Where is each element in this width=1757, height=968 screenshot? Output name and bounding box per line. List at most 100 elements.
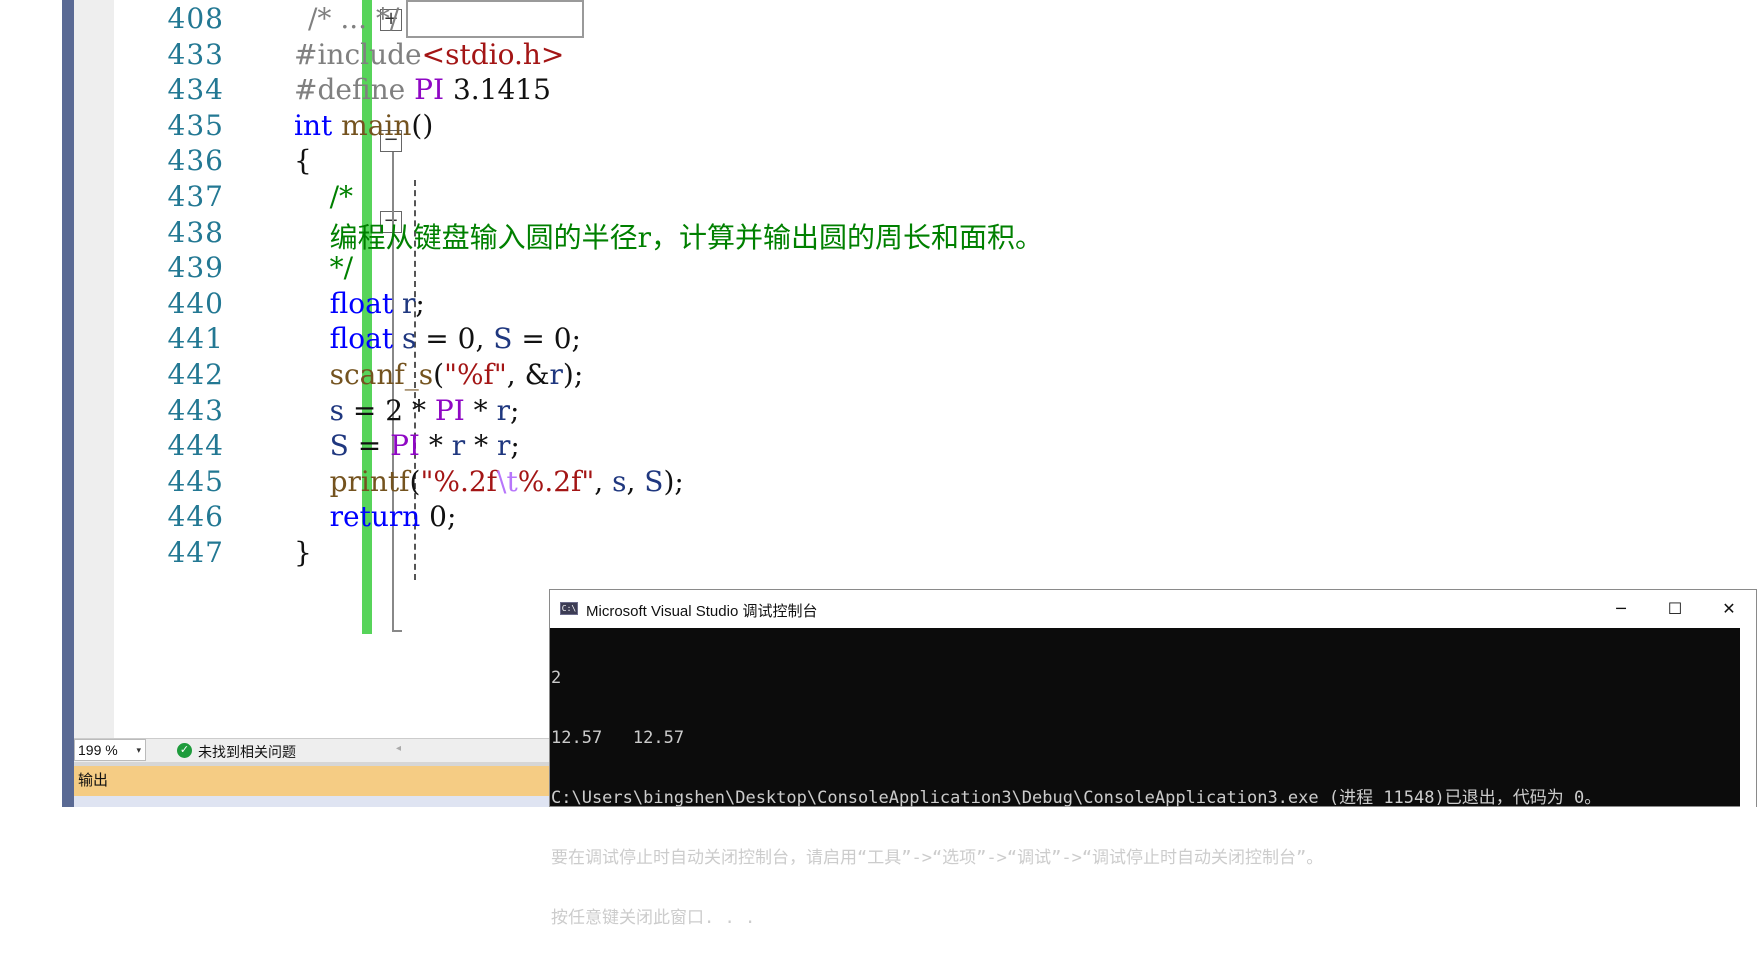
code-line[interactable]: 441 float s = 0, S = 0;	[114, 320, 1757, 360]
code-token: /*	[294, 180, 354, 213]
code-text[interactable]: printf("%.2f\t%.2f", s, S);	[294, 465, 684, 498]
console-line: 要在调试停止时自动关闭控制台，请启用“工具”->“选项”->“调试”->“调试停…	[551, 848, 1324, 868]
code-text[interactable]: }	[294, 536, 312, 569]
line-number: 447	[167, 536, 224, 569]
code-text[interactable]: #include<stdio.h>	[294, 38, 564, 71]
line-number: 435	[167, 108, 224, 142]
code-token: s	[612, 464, 627, 498]
code-text[interactable]: {	[294, 144, 312, 177]
issues-status[interactable]: 未找到相关问题	[198, 742, 296, 762]
check-circle-icon: ✓	[177, 743, 192, 758]
code-line[interactable]: 408 /* ... */	[114, 0, 1757, 40]
code-token: (	[409, 464, 421, 498]
console-title: Microsoft Visual Studio 调试控制台	[586, 603, 818, 620]
console-line: 12.57 12.57	[551, 728, 685, 748]
code-text[interactable]: float s = 0, S = 0;	[294, 322, 581, 355]
scroll-left-icon[interactable]: ◂	[396, 743, 401, 754]
zoom-value: 199 %	[78, 742, 118, 758]
code-line[interactable]: 442 scanf_s("%f", &r);	[114, 356, 1757, 396]
code-token: ,	[594, 464, 613, 498]
code-token: <stdio.h>	[421, 37, 565, 71]
code-line[interactable]: 436 {	[114, 142, 1757, 182]
code-token: *	[419, 429, 452, 463]
code-text[interactable]: return 0;	[294, 500, 457, 534]
code-token: "%.2f	[420, 464, 498, 498]
code-text[interactable]: */	[294, 251, 353, 284]
console-title-bar[interactable]: C:\ Microsoft Visual Studio 调试控制台 ─ ☐ ✕	[550, 590, 1756, 628]
close-button[interactable]: ✕	[1702, 590, 1756, 628]
zoom-selector[interactable]: 199 % ▾	[74, 739, 146, 761]
console-scrollbar[interactable]	[1740, 628, 1756, 808]
code-token: r	[549, 358, 563, 391]
line-number: 436	[167, 144, 224, 178]
code-token: S	[644, 464, 664, 498]
code-token: =	[348, 429, 391, 463]
code-line[interactable]: 433 #include<stdio.h>	[114, 36, 1757, 76]
code-line[interactable]: 443 s = 2 * PI * r;	[114, 392, 1757, 432]
code-text[interactable]: S = PI * r * r;	[294, 429, 520, 462]
code-token: S	[329, 429, 349, 463]
console-line: C:\Users\bingshen\Desktop\ConsoleApplica…	[551, 788, 1602, 808]
code-line[interactable]: 447}	[114, 534, 1757, 574]
line-number: 442	[167, 358, 224, 391]
code-line[interactable]: 435 int main()	[114, 107, 1757, 147]
code-line[interactable]: 446 return 0;	[114, 498, 1757, 538]
code-token: r	[402, 286, 416, 320]
line-number: 444	[167, 429, 224, 463]
line-number: 441	[167, 322, 224, 356]
code-token: *	[465, 429, 497, 463]
code-text[interactable]: /*	[294, 180, 353, 213]
code-token: s	[329, 393, 344, 427]
code-text[interactable]: #define PI 3.1415	[294, 73, 551, 106]
code-token: /* ... */	[308, 2, 400, 35]
code-token: 0;	[420, 500, 457, 534]
code-text[interactable]: /* ... */	[308, 2, 399, 35]
minimize-button[interactable]: ─	[1594, 590, 1648, 628]
code-line[interactable]: 445 printf("%.2f\t%.2f", s, S);	[114, 463, 1757, 503]
code-line[interactable]: 439 */	[114, 249, 1757, 289]
code-line[interactable]: 437 /*	[114, 178, 1757, 218]
code-text[interactable]: float r;	[294, 287, 425, 320]
code-token: PI	[390, 429, 420, 463]
code-token: S	[493, 322, 513, 356]
code-token: *	[464, 393, 497, 427]
code-token: );	[663, 464, 684, 498]
tool-window-strip	[62, 0, 74, 807]
code-token: scanf_s	[329, 358, 434, 391]
code-token: int	[294, 108, 333, 142]
code-token: }	[294, 536, 312, 569]
code-text[interactable]: s = 2 * PI * r;	[294, 393, 520, 427]
code-text[interactable]: scanf_s("%f", &r);	[294, 358, 584, 391]
code-token: ()	[411, 108, 434, 142]
code-text[interactable]: int main()	[294, 109, 433, 142]
line-number: 446	[167, 500, 224, 534]
code-token: 3.1415	[444, 73, 551, 107]
output-panel-body	[74, 796, 549, 807]
line-number: 433	[167, 37, 224, 71]
debug-console-window[interactable]: C:\ Microsoft Visual Studio 调试控制台 ─ ☐ ✕ …	[549, 589, 1757, 928]
code-line[interactable]: 444 S = PI * r * r;	[114, 427, 1757, 467]
output-panel-header[interactable]: 输出	[74, 766, 549, 796]
code-line[interactable]: 440 float r;	[114, 285, 1757, 325]
code-token: \t	[497, 464, 518, 498]
code-token: PI	[414, 73, 445, 107]
code-token: %.2f"	[517, 464, 595, 498]
line-number: 443	[167, 393, 224, 427]
line-number: 408	[167, 2, 224, 35]
console-line: 按任意键关闭此窗口. . .	[551, 908, 756, 928]
code-token: printf	[329, 464, 410, 498]
code-line[interactable]: 434 #define PI 3.1415	[114, 71, 1757, 111]
code-token: #define	[294, 73, 415, 107]
code-token: */	[294, 251, 354, 285]
console-output[interactable]: 2 12.57 12.57 C:\Users\bingshen\Desktop\…	[550, 628, 1741, 928]
maximize-button[interactable]: ☐	[1648, 590, 1702, 628]
code-token: #include	[294, 37, 422, 71]
code-token: ;	[509, 393, 520, 427]
code-token: ;	[415, 286, 425, 320]
code-line[interactable]: 438 编程从键盘输入圆的半径r，计算并输出圆的周长和面积。	[114, 214, 1757, 254]
line-number: 437	[167, 180, 224, 213]
